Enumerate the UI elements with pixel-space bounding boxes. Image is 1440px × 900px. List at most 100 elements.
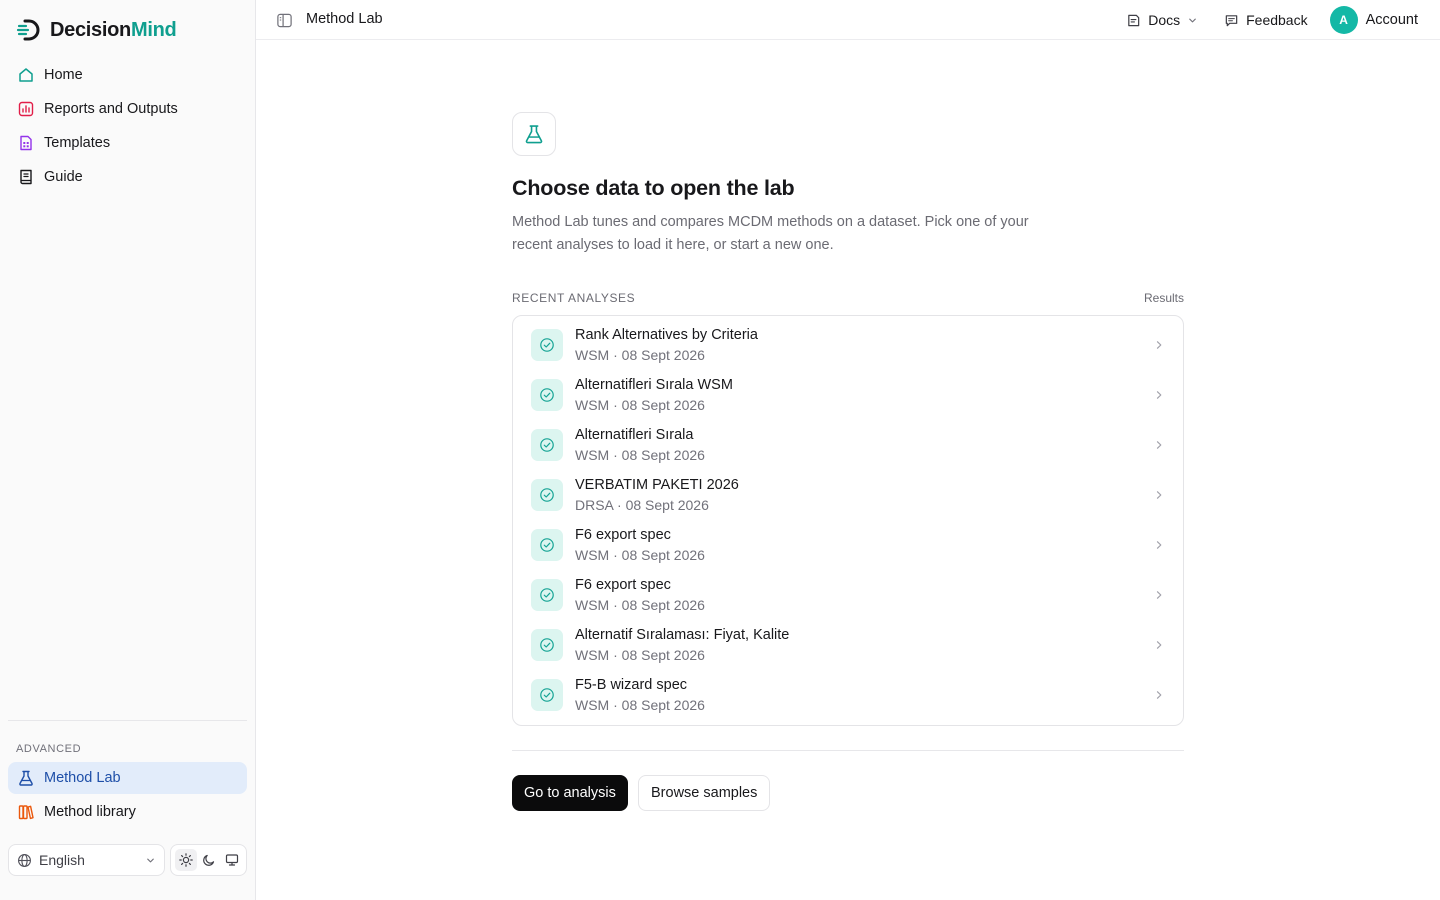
top-bar: Method Lab Docs Feedback A Account <box>256 0 1440 40</box>
analysis-row[interactable]: Rank Alternatives by Criteria WSM · 08 Se… <box>513 320 1183 370</box>
moon-icon <box>202 854 214 866</box>
sun-icon <box>178 853 193 867</box>
sidebar-item-label: Method Lab <box>44 770 121 786</box>
analysis-meta: WSM · 08 Sept 2026 <box>575 447 705 463</box>
sidebar-item-label: Templates <box>44 135 111 151</box>
check-circle-icon <box>531 429 563 461</box>
sidebar-item-method-library[interactable]: Method library <box>8 796 247 828</box>
advanced-nav: Method Lab Method library <box>8 762 247 830</box>
check-circle-icon <box>531 629 563 661</box>
check-circle-icon <box>531 379 563 411</box>
theme-switcher <box>170 844 247 876</box>
analysis-row[interactable]: Alternatifleri Sırala WSM WSM · 08 Sept 2… <box>513 370 1183 420</box>
docs-label: Docs <box>1148 12 1181 28</box>
analysis-name: F5-B wizard spec <box>575 677 688 693</box>
sidebar-divider <box>8 720 247 721</box>
sidebar-item-label: Guide <box>44 169 83 185</box>
top-actions: Docs Feedback A Account <box>1126 0 1418 40</box>
sidebar-item-method-lab[interactable]: Method Lab <box>8 762 247 794</box>
flask-icon <box>17 769 35 787</box>
headline: Choose data to open the lab <box>512 176 795 200</box>
brand[interactable]: DecisionMind <box>16 17 177 43</box>
chevron-down-icon <box>1189 18 1196 22</box>
account-label: Account <box>1365 12 1418 28</box>
theme-dark-button[interactable] <box>198 849 220 871</box>
account-button[interactable]: A Account <box>1329 6 1418 34</box>
check-circle-icon <box>531 529 563 561</box>
language-select[interactable]: English <box>8 844 165 876</box>
analysis-name: Rank Alternatives by Criteria <box>575 327 758 343</box>
analysis-name: Alternatif Sıralaması: Fiyat, Kalite <box>575 627 790 643</box>
language-value: English <box>39 852 85 868</box>
description: Method Lab tunes and compares MCDM metho… <box>512 214 1029 253</box>
analysis-meta: DRSA · 08 Sept 2026 <box>575 497 709 513</box>
chevron-right-icon <box>1153 639 1165 651</box>
recent-analyses-label: RECENT ANALYSES <box>512 291 636 305</box>
template-icon <box>17 134 35 152</box>
sidebar-item-reports[interactable]: Reports and Outputs <box>8 93 247 125</box>
analysis-row[interactable]: Alternatifleri Sırala WSM · 08 Sept 2026 <box>513 420 1183 470</box>
globe-icon <box>18 853 31 867</box>
sidebar-item-templates[interactable]: Templates <box>8 127 247 159</box>
brand-logo-icon <box>16 19 40 41</box>
analysis-row[interactable]: VERBATIM PAKETI 2026 DRSA · 08 Sept 2026 <box>513 470 1183 520</box>
feedback-button[interactable]: Feedback <box>1224 12 1308 28</box>
avatar: A <box>1329 6 1358 34</box>
docs-icon <box>1128 14 1140 26</box>
analysis-row[interactable]: Alternatif Sıralaması: Fiyat, Kalite WSM … <box>513 620 1183 670</box>
check-circle-icon <box>531 579 563 611</box>
analysis-meta: WSM · 08 Sept 2026 <box>575 397 705 413</box>
primary-nav: Home Reports and Outputs Templates Guide <box>8 59 247 195</box>
theme-system-button[interactable] <box>221 849 243 871</box>
page-title: Method Lab <box>306 11 383 27</box>
analysis-name: Alternatifleri Sırala <box>575 427 694 443</box>
bar-chart-icon <box>17 100 35 118</box>
chevron-right-icon <box>1153 439 1165 451</box>
chevron-right-icon <box>1153 689 1165 701</box>
content-divider <box>512 750 1184 751</box>
panel-left-icon <box>276 13 292 27</box>
docs-button[interactable]: Docs <box>1126 12 1198 28</box>
chevron-down-icon <box>147 858 154 862</box>
sidebar-item-label: Reports and Outputs <box>44 101 178 117</box>
analysis-name: F6 export spec <box>575 577 671 593</box>
book-icon <box>17 168 35 186</box>
analysis-row[interactable]: F6 export spec WSM · 08 Sept 2026 <box>513 570 1183 620</box>
check-circle-icon <box>531 479 563 511</box>
theme-light-button[interactable] <box>174 849 197 871</box>
hero-flask-icon <box>512 112 556 156</box>
home-icon <box>17 66 35 84</box>
analysis-name: Alternatifleri Sırala WSM <box>575 377 733 393</box>
monitor-icon <box>225 854 238 866</box>
chevron-right-icon <box>1153 539 1165 551</box>
check-circle-icon <box>531 329 563 361</box>
analysis-name: F6 export spec <box>575 527 671 543</box>
brand-name: DecisionMind <box>50 18 177 41</box>
sidebar-item-guide[interactable]: Guide <box>8 161 247 193</box>
analysis-meta: WSM · 08 Sept 2026 <box>575 597 705 613</box>
chevron-right-icon <box>1153 489 1165 501</box>
sidebar-item-label: Method library <box>44 804 136 820</box>
feedback-label: Feedback <box>1246 12 1308 28</box>
sidebar-item-label: Home <box>44 67 83 83</box>
sidebar-toggle-button[interactable] <box>274 10 294 30</box>
analysis-row[interactable]: F5-B wizard spec WSM · 08 Sept 2026 <box>513 670 1183 720</box>
sidebar: DecisionMind Home Reports and Outputs Te… <box>0 0 256 900</box>
message-square-icon <box>1225 14 1238 26</box>
chevron-right-icon <box>1153 339 1165 351</box>
results-label: Results <box>1143 291 1184 305</box>
check-circle-icon <box>531 679 563 711</box>
sidebar-item-home[interactable]: Home <box>8 59 247 91</box>
chevron-right-icon <box>1153 389 1165 401</box>
library-icon <box>17 803 35 821</box>
advanced-section-label: ADVANCED <box>16 743 82 755</box>
chevron-right-icon <box>1153 589 1165 601</box>
analysis-meta: WSM · 08 Sept 2026 <box>575 347 705 363</box>
recent-analyses-list: Rank Alternatives by Criteria WSM · 08 Se… <box>512 315 1184 726</box>
analysis-meta: WSM · 08 Sept 2026 <box>575 647 705 663</box>
go-to-analysis-button[interactable]: Go to analysis <box>512 775 628 811</box>
analysis-meta: WSM · 08 Sept 2026 <box>575 547 705 563</box>
browse-samples-button[interactable]: Browse samples <box>638 775 771 811</box>
analysis-name: VERBATIM PAKETI 2026 <box>575 477 739 493</box>
analysis-row[interactable]: F6 export spec WSM · 08 Sept 2026 <box>513 520 1183 570</box>
